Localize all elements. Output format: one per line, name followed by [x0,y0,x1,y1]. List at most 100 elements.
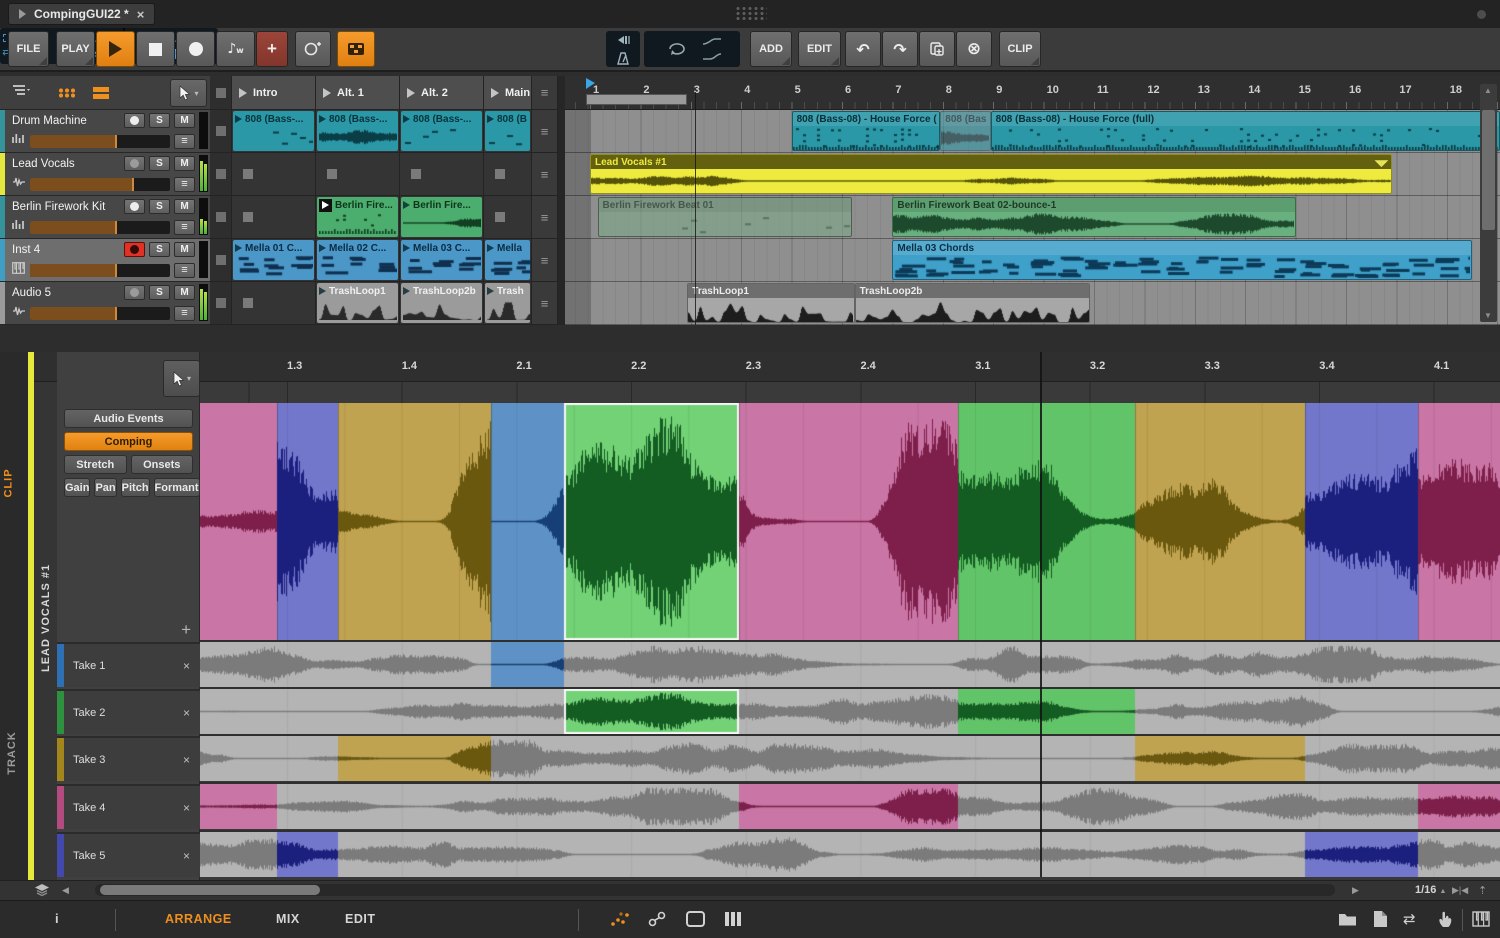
volume-fader[interactable] [30,135,170,148]
stop-clip-button[interactable] [210,196,232,239]
track-row[interactable]: Lead VocalsSM≡ [0,153,210,196]
arranger-clip[interactable]: TrashLoop2b [855,283,1091,323]
scene-header[interactable]: Alt. 2 [400,76,484,110]
scene-row-menu[interactable]: ≡ [532,110,558,153]
stop-clip-button[interactable] [210,282,232,325]
stop-clip-button[interactable] [210,153,232,196]
solo-button[interactable]: S [149,156,170,171]
take-region[interactable] [1135,736,1305,781]
view-tab-arrange[interactable]: ARRANGE [165,912,232,926]
ed-zoom-icon[interactable]: ⇡ [1478,884,1487,897]
stop-clip-button[interactable] [210,110,232,153]
volume-fader[interactable] [30,264,170,277]
panel-button-pitch[interactable]: Pitch [121,478,150,497]
view-tab-edit[interactable]: EDIT [345,912,375,926]
redo-button[interactable]: ↷ [882,31,918,67]
clip-slot[interactable] [484,196,532,239]
delete-button[interactable]: ⊗ [956,31,992,67]
ed-scroll-left-icon[interactable]: ◀ [62,886,69,896]
panel-button-comping[interactable]: Comping [64,432,193,451]
clip-slot[interactable]: 808 (Bass-... [232,110,316,153]
track-row[interactable]: Audio 5SM≡ [0,282,210,325]
clip-slot[interactable]: Mella [484,239,532,282]
editor-snap-value[interactable]: 1/16 ▲ [1415,884,1446,896]
comp-segment[interactable] [200,403,277,640]
clip-slot[interactable] [232,196,316,239]
launcher-clip[interactable]: Berlin Fire... [317,197,398,237]
record-arm-button[interactable] [124,156,145,171]
layers-icon[interactable] [34,883,50,900]
arranger-track-lane[interactable]: TrashLoop1TrashLoop2b [565,282,1500,325]
take-header[interactable]: Take 4× [57,784,200,829]
launcher-clip[interactable]: 808 (Bass-... [233,111,314,151]
clip-slot[interactable]: Berlin Fire... [400,196,484,239]
arranger-clip[interactable]: 808 (Bass-08) - House Force (full) [991,111,1500,151]
take-region[interactable] [491,642,564,687]
scrollbar-thumb[interactable] [1482,110,1495,230]
clip-slot[interactable]: 808 (Bass-... [316,110,400,153]
comp-segment[interactable] [338,403,491,640]
automation-follow-icon[interactable] [702,37,722,46]
take-region[interactable] [958,689,1135,734]
arranger-clip[interactable]: Berlin Firework Beat 01 [598,197,853,237]
scene-menu-header[interactable]: ≡ [532,76,558,110]
launcher-clip[interactable]: 808 (B [485,111,530,151]
comp-segment[interactable] [491,403,564,640]
launcher-clip[interactable]: TrashLoop2b [401,283,482,323]
delete-take-button[interactable]: × [183,659,200,673]
groove-button[interactable]: ♪w [216,31,255,67]
take-region[interactable] [1305,832,1418,877]
clip-slot[interactable] [484,153,532,196]
info-icon[interactable]: i [55,911,59,926]
loop-icon[interactable] [666,40,688,58]
play-button[interactable] [96,31,135,67]
editor-playhead[interactable] [1040,352,1042,877]
metronome-icon[interactable] [616,52,630,65]
scene-row-menu[interactable]: ≡ [532,282,558,325]
take-lane[interactable] [200,642,1500,687]
stop-clip-button[interactable] [210,239,232,282]
arranger-clip[interactable]: 808 (Bass-08) - House Force ( [792,111,941,151]
comp-segment[interactable] [1135,403,1305,640]
file-menu-button[interactable]: FILE [8,31,49,67]
hand-icon[interactable] [1437,910,1454,933]
clip-slot[interactable]: TrashLoop2b [400,282,484,325]
editor-pointer-tool-button[interactable]: ▾ [163,360,200,397]
volume-fader[interactable] [30,178,170,191]
scene-header[interactable]: Intro [232,76,316,110]
arranger-track-lane[interactable]: Berlin Firework Beat 01Berlin Firework B… [565,196,1500,239]
track-menu-button[interactable]: ≡ [174,306,195,321]
take-region[interactable] [564,689,739,734]
take-region[interactable] [277,832,338,877]
clip-slot[interactable] [232,153,316,196]
clip-slot[interactable]: 808 (Bass-... [400,110,484,153]
panel-button-audio-events[interactable]: Audio Events [64,409,193,428]
mute-button[interactable]: M [174,113,195,128]
play-start-marker[interactable] [586,78,595,89]
track-menu-button[interactable]: ≡ [174,134,195,149]
piano-icon[interactable] [1472,911,1490,932]
file-icon[interactable] [1373,910,1388,933]
panel-button-pan[interactable]: Pan [94,478,116,497]
delete-take-button[interactable]: × [183,753,200,767]
arranger-playhead[interactable] [695,92,696,325]
comp-segment[interactable] [277,403,338,640]
take-header[interactable]: Take 3× [57,736,200,781]
mute-button[interactable]: M [174,285,195,300]
take-region[interactable] [1418,784,1500,829]
fade-handle-icon[interactable]: ◥◤ [1375,158,1389,169]
clip-slot[interactable]: Berlin Fire... [316,196,400,239]
scene-header[interactable]: Alt. 1 [316,76,400,110]
clip-slot[interactable]: Mella 02 C... [316,239,400,282]
arranger-vscrollbar[interactable]: ▲▼ [1480,84,1497,322]
take-region[interactable] [338,736,491,781]
scene-row-menu[interactable]: ≡ [532,196,558,239]
track-menu-button[interactable]: ≡ [174,263,195,278]
undo-button[interactable]: ↶ [845,31,881,67]
launcher-clip[interactable]: Mella [485,240,530,280]
delete-take-button[interactable]: × [183,801,200,815]
punch-in-icon[interactable] [615,34,631,47]
scene-header[interactable]: Main [484,76,532,110]
panel-columns-icon[interactable] [724,911,742,932]
launcher-clip[interactable]: 808 (Bass-... [401,111,482,151]
